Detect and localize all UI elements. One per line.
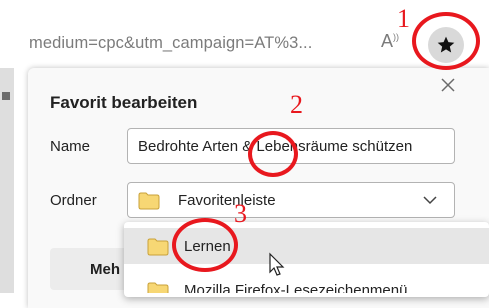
dropdown-item-label: Mozilla Firefox-Lesezeichenmenü xyxy=(184,282,408,293)
annotation-number-3: 3 xyxy=(234,199,247,228)
annotation-number-1: 1 xyxy=(397,4,410,33)
annotation-circle-3 xyxy=(172,218,238,272)
folder-select[interactable]: Favoritenleiste xyxy=(127,182,455,218)
chevron-down-icon[interactable] xyxy=(423,195,437,205)
mouse-cursor-icon xyxy=(269,252,285,276)
page-fragment xyxy=(2,92,10,100)
read-aloud-label: A xyxy=(381,31,394,51)
dialog-title: Favorit bearbeiten xyxy=(50,93,198,112)
folder-icon xyxy=(138,192,160,210)
folder-icon xyxy=(147,282,169,293)
annotation-circle-1 xyxy=(412,12,480,70)
folder-label: Ordner xyxy=(50,192,97,209)
annotation-number-2: 2 xyxy=(290,90,303,119)
annotation-circle-2 xyxy=(248,131,298,177)
close-icon[interactable] xyxy=(440,77,456,93)
url-text[interactable]: medium=cpc&utm_campaign=AT%3... xyxy=(29,34,312,53)
read-aloud-icon[interactable]: A)) xyxy=(381,31,399,52)
more-button-label: Meh xyxy=(90,261,120,278)
page-background-edge xyxy=(0,68,14,293)
dropdown-item-firefox-bookmarks[interactable]: Mozilla Firefox-Lesezeichenmenü xyxy=(124,272,489,293)
folder-icon xyxy=(147,238,169,256)
name-label: Name xyxy=(50,138,91,155)
folder-select-value: Favoritenleiste xyxy=(178,192,276,209)
